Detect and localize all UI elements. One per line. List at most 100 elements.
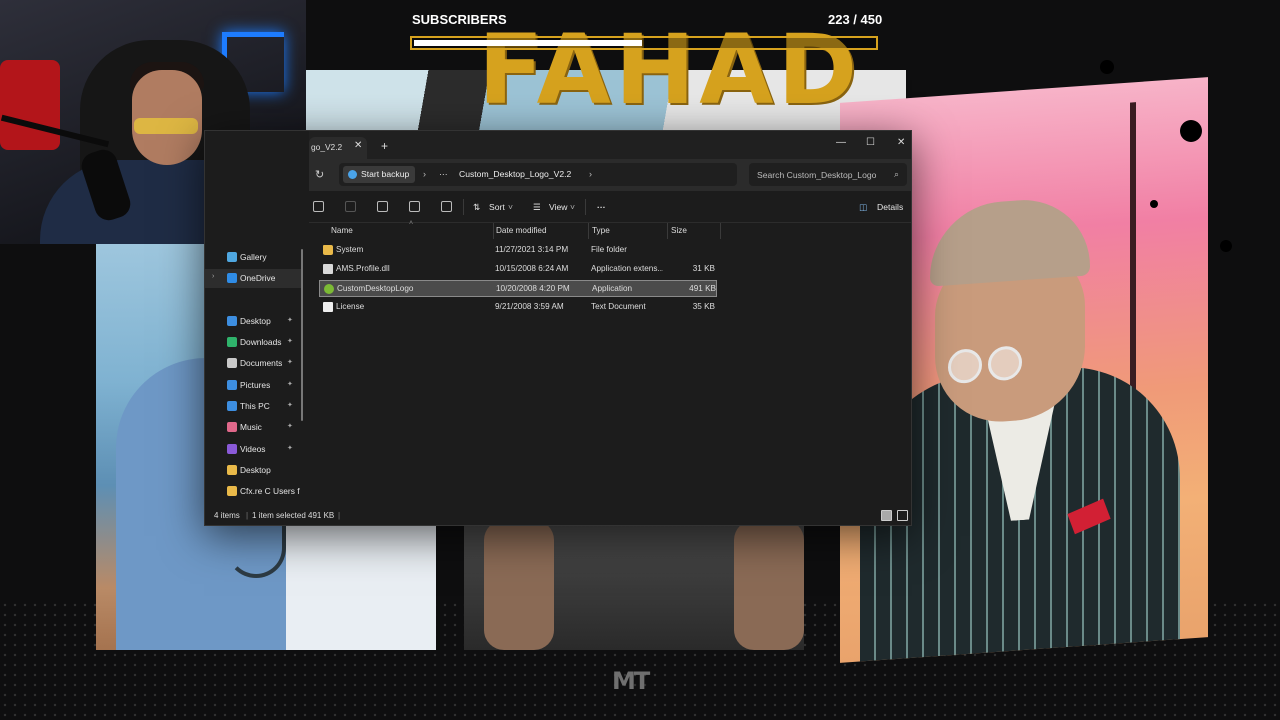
sidebar-item-music[interactable]: Music ✦: [205, 418, 301, 437]
chevron-right-icon: ›: [423, 169, 426, 179]
status-separator: |: [246, 511, 249, 520]
cell-size: 491 KB: [689, 284, 716, 293]
pictures-icon: [227, 380, 237, 390]
nav-scrollbar[interactable]: [301, 249, 303, 421]
cell-date: 10/20/2008 4:20 PM: [496, 284, 570, 293]
maximize-icon[interactable]: ☐: [866, 137, 875, 148]
close-icon[interactable]: ✕: [897, 137, 905, 148]
column-divider: [588, 223, 589, 239]
pin-icon[interactable]: ✦: [287, 401, 293, 409]
sidebar-item-label: Documents: [240, 358, 283, 368]
cell-type: Application: [592, 284, 633, 293]
sidebar-item-documents[interactable]: Documents ✦: [205, 354, 301, 373]
pin-icon[interactable]: ✦: [287, 422, 293, 430]
sidebar-item-desktop[interactable]: Desktop: [205, 461, 301, 480]
watermark-logo: MT: [612, 667, 650, 695]
column-divider: [493, 223, 494, 239]
app-icon: [324, 284, 334, 294]
download-icon: [227, 337, 237, 347]
column-header-size[interactable]: Size: [671, 226, 687, 235]
pin-icon[interactable]: ✦: [287, 316, 293, 324]
figure-arm-right: [734, 520, 804, 650]
flat-cap: [930, 195, 1090, 287]
sidebar-item-gallery[interactable]: Gallery: [205, 248, 301, 267]
command-bar: ⇅ Sort ˅ ☰ View ˅ ··· ◫ Details: [309, 191, 911, 223]
cell-size: 35 KB: [692, 302, 715, 311]
search-input[interactable]: Search Custom_Desktop_Logo ⌕: [749, 163, 907, 186]
table-row[interactable]: CustomDesktopLogo 10/20/2008 4:20 PM Appli…: [319, 280, 717, 297]
cell-name: License: [336, 302, 365, 311]
copy-icon[interactable]: [313, 201, 324, 212]
table-row[interactable]: AMS.Profile.dll 10/15/2008 6:24 AM Applica…: [319, 261, 717, 278]
breadcrumb-more[interactable]: ···: [439, 169, 448, 179]
minimize-icon[interactable]: —: [836, 137, 846, 148]
cell-name: AMS.Profile.dll: [336, 264, 390, 273]
search-icon[interactable]: ⌕: [894, 169, 899, 180]
sidebar-item-label: Videos: [240, 444, 266, 454]
rename-icon[interactable]: [377, 201, 388, 212]
column-header-name[interactable]: Name: [331, 226, 353, 235]
chevron-right-icon[interactable]: ›: [589, 169, 592, 179]
details-view-icon[interactable]: [881, 510, 892, 521]
pin-icon[interactable]: ✦: [287, 337, 293, 345]
cell-type: Application extens...: [591, 264, 663, 273]
gallery-icon: [227, 252, 237, 262]
table-row[interactable]: License 9/21/2008 3:59 AM Text Document 35 …: [319, 299, 717, 316]
toolbar-divider: [585, 199, 586, 215]
breadcrumb-folder[interactable]: Custom_Desktop_Logo_V2.2: [459, 169, 571, 179]
sidebar-item-label: Desktop: [240, 465, 271, 475]
file-explorer-window: go_V2.2 ✕ + — ☐ ✕ ↻ Start backup › ··· C…: [204, 130, 912, 526]
sidebar-item-label: OneDrive: [240, 273, 276, 283]
paint-splatter: [1180, 120, 1202, 142]
large-icons-view-icon[interactable]: [897, 510, 908, 521]
figure-arm-left: [484, 520, 554, 650]
palm-tree: [1130, 102, 1136, 403]
column-divider: [720, 223, 721, 239]
pin-icon[interactable]: ✦: [287, 444, 293, 452]
cell-name: System: [336, 245, 364, 254]
cloud-icon: [227, 273, 237, 283]
sidebar-item-videos[interactable]: Videos ✦: [205, 440, 301, 459]
sidebar-item-downloads[interactable]: Downloads ✦: [205, 333, 301, 352]
item-count: 4 items: [214, 511, 240, 520]
cell-date: 9/21/2008 3:59 AM: [495, 302, 564, 311]
details-button[interactable]: Details: [877, 202, 903, 212]
delete-icon[interactable]: [441, 201, 452, 212]
address-box[interactable]: Start backup › ··· Custom_Desktop_Logo_V…: [339, 163, 737, 186]
sidebar-item-cfx-re-c-users-f[interactable]: Cfx.re C Users f: [205, 482, 301, 501]
sidebar-item-pictures[interactable]: Pictures ✦: [205, 376, 301, 395]
refresh-icon[interactable]: ↻: [315, 168, 324, 181]
desktop-icon: [227, 316, 237, 326]
cell-type: File folder: [591, 245, 627, 254]
column-header-date[interactable]: Date modified: [496, 226, 547, 235]
search-placeholder: Search Custom_Desktop_Logo: [757, 170, 877, 180]
paste-icon[interactable]: [345, 201, 356, 212]
text-file-icon: [323, 302, 333, 312]
close-icon[interactable]: ✕: [354, 140, 362, 151]
paint-splatter: [1100, 60, 1114, 74]
sort-button[interactable]: Sort: [489, 202, 505, 212]
sidebar-item-label: Music: [240, 422, 262, 432]
start-backup-button[interactable]: Start backup: [343, 166, 416, 183]
chevron-right-icon[interactable]: ›: [212, 273, 214, 280]
subscribers-count: 223 / 450: [828, 12, 883, 27]
sidebar-item-this-pc[interactable]: This PC ✦: [205, 397, 301, 416]
more-options-button[interactable]: ···: [597, 202, 606, 212]
view-button[interactable]: View: [549, 202, 567, 212]
column-header-type[interactable]: Type: [592, 226, 610, 235]
video-icon: [227, 444, 237, 454]
share-icon[interactable]: [409, 201, 420, 212]
sidebar-item-label: Pictures: [240, 380, 271, 390]
subscribers-progress-fill: [414, 40, 642, 46]
sidebar-item-label: Desktop: [240, 316, 271, 326]
toolbar-divider: [463, 199, 464, 215]
title-bar: go_V2.2 ✕ + — ☐ ✕: [309, 131, 911, 159]
table-row[interactable]: System 11/27/2021 3:14 PM File folder: [319, 242, 717, 259]
sort-caret-icon: ˄: [409, 220, 414, 227]
plus-icon[interactable]: +: [381, 139, 388, 153]
sidebar-item-desktop[interactable]: Desktop ✦: [205, 312, 301, 331]
column-divider: [667, 223, 668, 239]
sidebar-item-onedrive[interactable]: › OneDrive: [205, 269, 301, 288]
pin-icon[interactable]: ✦: [287, 380, 293, 388]
pin-icon[interactable]: ✦: [287, 358, 293, 366]
